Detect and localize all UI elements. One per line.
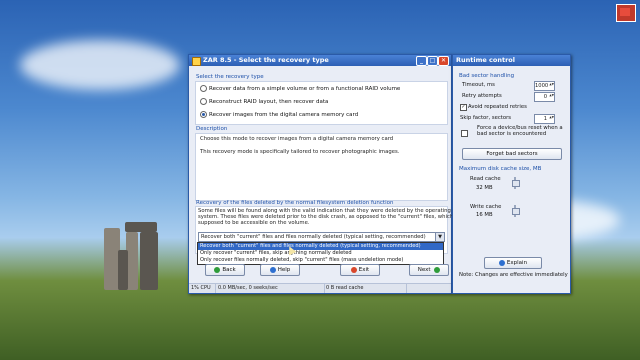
main-window: ZAR 8.5 - Select the recovery type _ □ ✕… — [188, 54, 463, 294]
timeout-label: Timeout, ms — [462, 82, 495, 88]
runtime-window-title: Runtime control — [456, 56, 515, 64]
help-button[interactable]: Help — [260, 264, 300, 276]
help-icon — [269, 266, 276, 273]
next-button-label: Next — [417, 267, 431, 273]
maximize-button[interactable]: □ — [427, 56, 438, 66]
avoid-retries-checkbox[interactable]: ✓ — [460, 104, 467, 111]
write-cache-label: Write cache — [470, 204, 502, 210]
read-cache-slider[interactable] — [512, 177, 520, 189]
help-button-label: Help — [277, 267, 291, 273]
retry-input[interactable]: 0 — [534, 92, 555, 102]
back-button-label: Back — [222, 267, 236, 273]
runtime-titlebar[interactable]: Runtime control — [453, 55, 570, 66]
read-cache-label: Read cache — [470, 176, 501, 182]
back-arrow-icon — [214, 266, 221, 273]
exit-button[interactable]: Exit — [340, 264, 380, 276]
radio-dot-selected — [200, 111, 207, 118]
radio-label: Reconstruct RAID layout, then recover da… — [209, 99, 329, 105]
dropdown-option-both[interactable]: Recover both "current" files and files n… — [198, 243, 443, 250]
recovery-type-group: Recover data from a simple volume or fro… — [195, 81, 448, 125]
skip-factor-input[interactable]: 1 — [534, 114, 555, 124]
deleted-files-select-value: Recover both "current" files and files n… — [201, 234, 426, 240]
radio-label: Recover images from the digital camera m… — [209, 112, 359, 118]
slider-knob[interactable] — [512, 180, 520, 187]
next-arrow-icon — [434, 266, 441, 273]
slider-knob[interactable] — [512, 208, 520, 215]
radio-simple-volume[interactable]: Recover data from a simple volume or fro… — [200, 85, 400, 92]
cloud — [20, 40, 180, 90]
status-cache: 0 B read cache — [324, 284, 407, 293]
read-cache-value: 32 MB — [476, 185, 493, 191]
avoid-retries-label: Avoid repeated retries — [468, 104, 527, 110]
dropdown-option-deleted-only[interactable]: Only recover files normally deleted, ski… — [198, 257, 443, 264]
recovery-type-label: Select the recovery type — [196, 74, 264, 80]
skip-factor-label: Skip factor, sectors — [460, 115, 512, 121]
minimize-button[interactable]: _ — [416, 56, 427, 66]
stone — [140, 232, 158, 290]
dropdown-option-current-only[interactable]: Only recover "current" files, skip anyth… — [198, 250, 443, 257]
explain-button[interactable]: Explain — [484, 257, 542, 269]
deleted-files-dropdown: Recover both "current" files and files n… — [197, 242, 444, 265]
deleted-files-text-3: supposed to be accessible on the volume. — [198, 220, 310, 226]
main-window-title: ZAR 8.5 - Select the recovery type — [203, 56, 329, 64]
status-bar: 1% CPU 0.0 MB/sec, 0 seeks/sec 0 B read … — [189, 283, 451, 293]
app-icon — [192, 57, 201, 66]
description-line-1: Choose this mode to recover images from … — [200, 136, 394, 142]
runtime-window: Runtime control Bad sector handling Time… — [452, 54, 571, 294]
radio-dot — [200, 85, 207, 92]
retry-label: Retry attempts — [462, 93, 502, 99]
deleted-files-select[interactable]: Recover both "current" files and files n… — [198, 232, 445, 242]
description-label: Description — [196, 126, 228, 132]
radio-label: Recover data from a simple volume or fro… — [209, 86, 401, 92]
status-cpu: 1% CPU — [189, 284, 216, 293]
stone — [125, 222, 157, 232]
explain-button-label: Explain — [506, 260, 528, 266]
main-titlebar[interactable]: ZAR 8.5 - Select the recovery type _ □ ✕ — [189, 55, 451, 66]
chevron-down-icon[interactable]: ▼ — [435, 233, 444, 241]
desktop-app-icon[interactable] — [616, 4, 636, 22]
cache-size-label: Maximum disk cache size, MB — [459, 166, 542, 172]
close-button[interactable]: ✕ — [438, 56, 449, 66]
exit-icon — [350, 266, 357, 273]
force-reset-checkbox[interactable] — [461, 130, 468, 137]
bad-sector-label: Bad sector handling — [459, 73, 515, 79]
info-icon — [498, 259, 505, 266]
radio-reconstruct-raid[interactable]: Reconstruct RAID layout, then recover da… — [200, 98, 328, 105]
back-button[interactable]: Back — [205, 264, 245, 276]
timeout-input[interactable]: 1000 — [534, 81, 555, 91]
radio-dot — [200, 98, 207, 105]
force-reset-label-2: bad sector is encountered — [477, 131, 547, 137]
description-group: Choose this mode to recover images from … — [195, 133, 448, 201]
radio-camera-card[interactable]: Recover images from the digital camera m… — [200, 111, 358, 118]
changes-note: Note: Changes are effective immediately — [459, 272, 568, 278]
stone — [118, 250, 128, 290]
exit-button-label: Exit — [358, 267, 370, 273]
write-cache-slider[interactable] — [512, 205, 520, 217]
status-io: 0.0 MB/sec, 0 seeks/sec — [216, 284, 325, 293]
next-button[interactable]: Next — [409, 264, 449, 276]
write-cache-value: 16 MB — [476, 212, 493, 218]
description-line-2: This recovery mode is specifically tailo… — [200, 149, 400, 155]
forget-bad-sectors-button[interactable]: Forget bad sectors — [462, 148, 562, 160]
